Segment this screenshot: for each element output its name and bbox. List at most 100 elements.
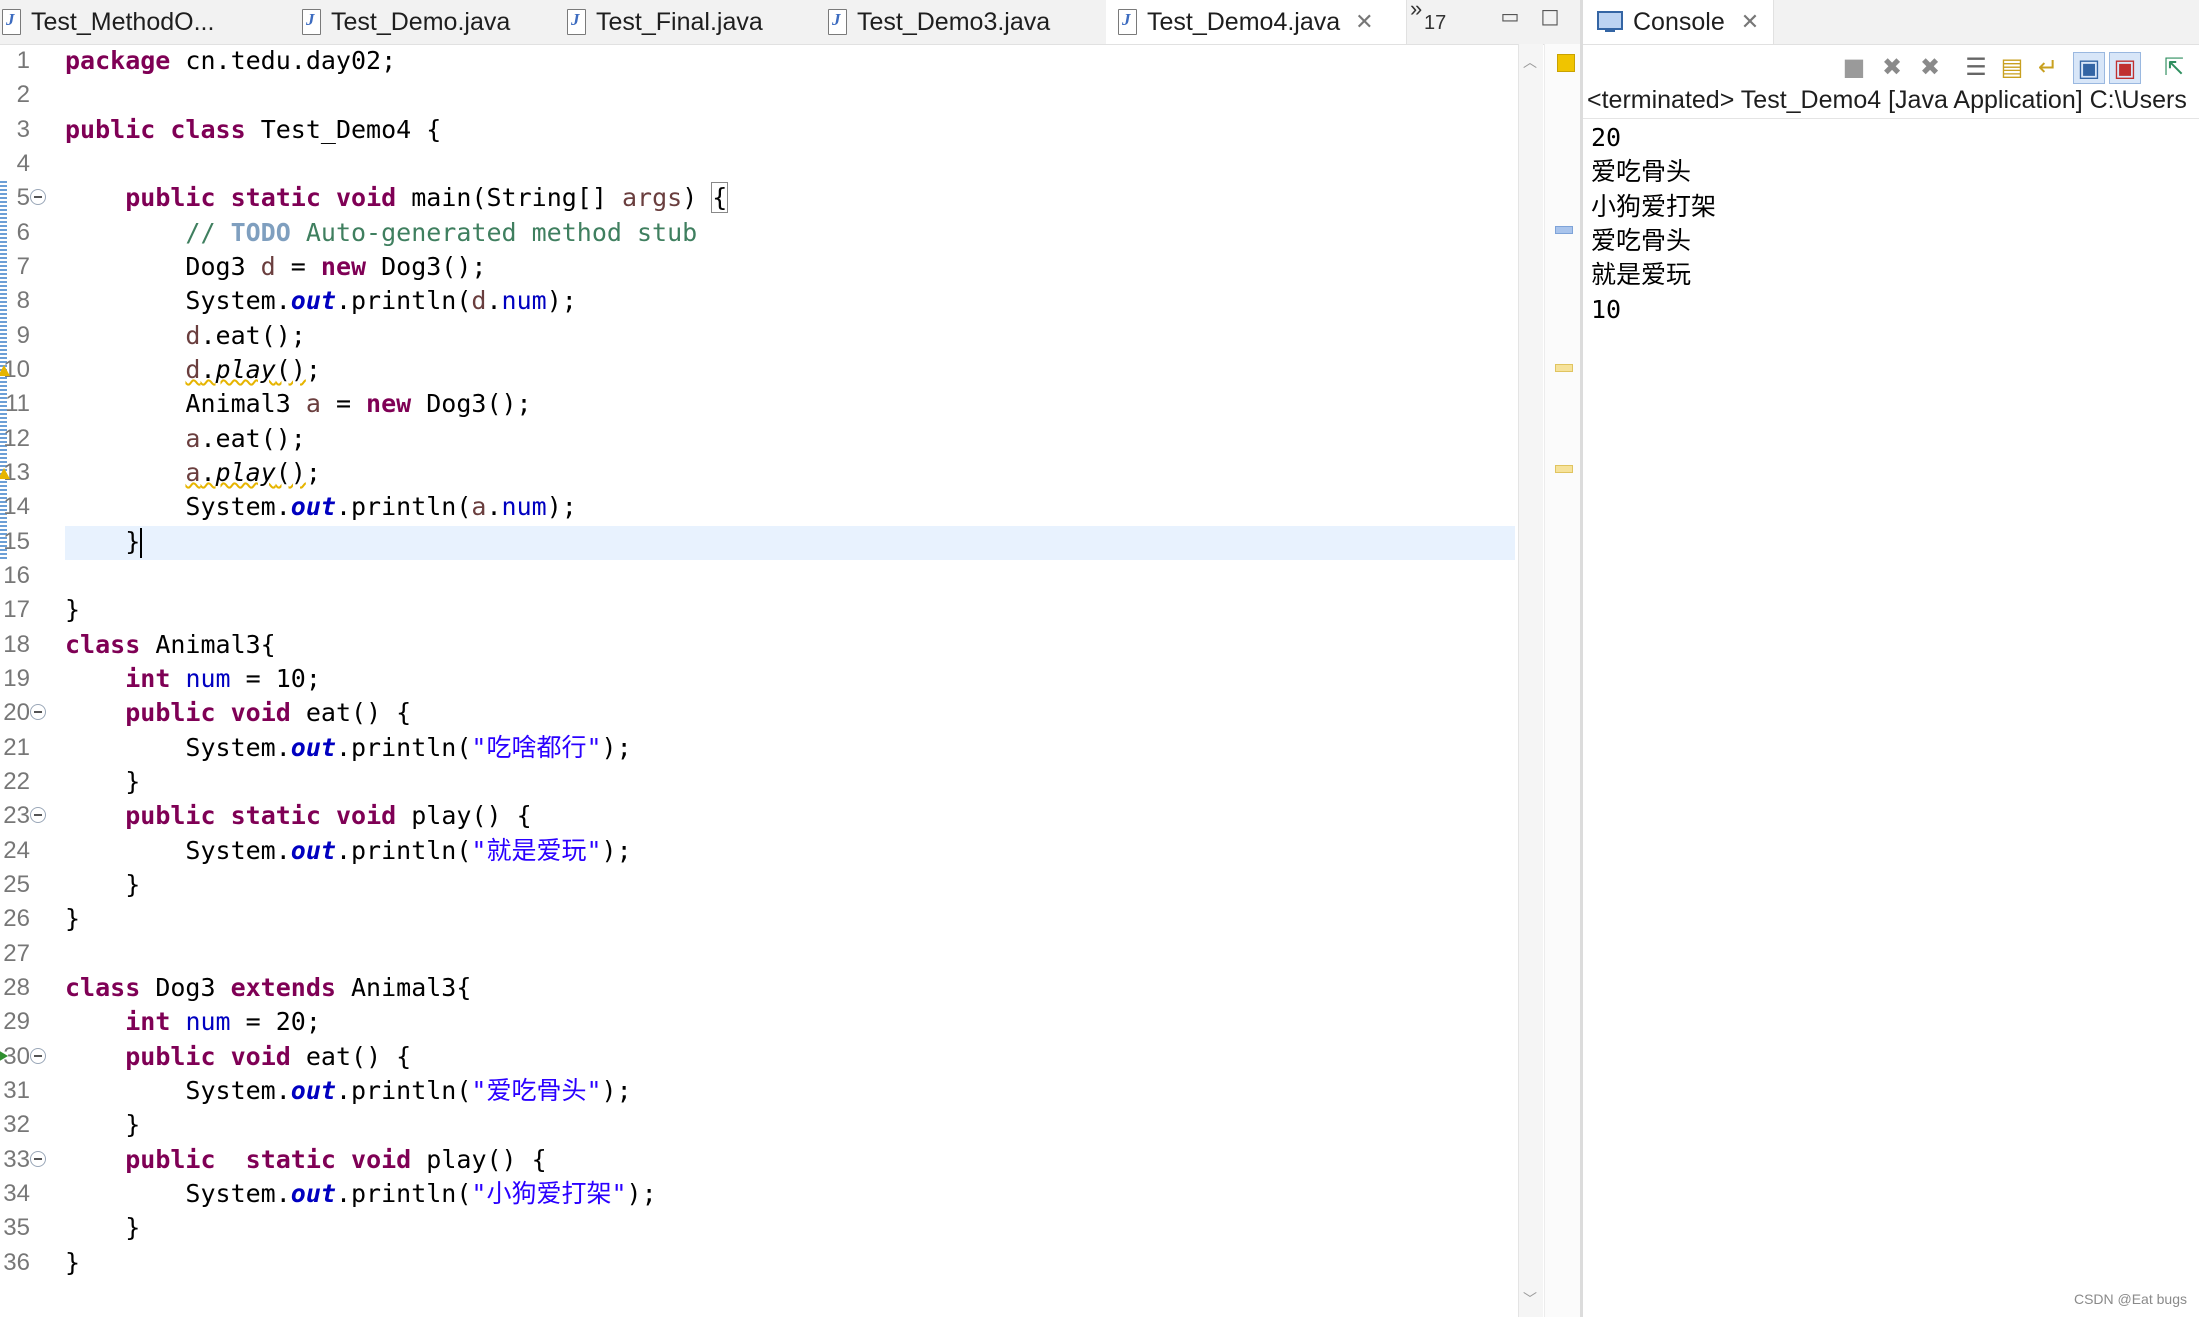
code-line[interactable]: public static void main(String[] args) { bbox=[65, 181, 729, 215]
line-number: 25 bbox=[3, 870, 30, 898]
code-line[interactable]: public static void play() { bbox=[65, 799, 531, 833]
code-line[interactable]: class Animal3{ bbox=[65, 628, 276, 662]
console-output-line: 20 bbox=[1591, 123, 1622, 152]
code-line[interactable]: System.out.println(d.num); bbox=[65, 284, 576, 318]
line-number: 5 bbox=[16, 184, 30, 212]
console-output-line: 爱吃骨头 bbox=[1591, 225, 1692, 255]
line-number: 1 bbox=[16, 47, 30, 74]
line-number: 31 bbox=[3, 1076, 30, 1104]
tab-console[interactable]: Console ✕ bbox=[1583, 0, 1775, 44]
scroll-up-icon[interactable]: ︿ bbox=[1523, 52, 1537, 72]
code-area[interactable]: package cn.tedu.day02; public class Test_… bbox=[65, 44, 1515, 1317]
console-pane: Console ✕ ■ ✖ ✖ ☰ ▤ ↵ ▣ ▣ ⇱ <terminated>… bbox=[1583, 0, 2199, 1317]
fold-collapse-icon[interactable] bbox=[30, 807, 46, 824]
editor-vertical-scrollbar[interactable]: ︿ ﹀ bbox=[1518, 44, 1543, 1317]
occurrence-marker[interactable] bbox=[1555, 226, 1573, 234]
tab-test-methodo[interactable]: J Test_MethodO... bbox=[0, 0, 290, 44]
maximize-icon[interactable]: □ bbox=[1534, 0, 1566, 32]
tab-label: Test_Final.java bbox=[596, 7, 763, 36]
code-line[interactable]: a.play(); bbox=[65, 456, 321, 490]
text-cursor bbox=[140, 527, 143, 558]
line-number: 7 bbox=[16, 252, 30, 280]
warning-icon[interactable] bbox=[0, 364, 10, 376]
show-on-error-icon[interactable]: ▣ bbox=[2109, 52, 2141, 84]
warning-marker[interactable] bbox=[1555, 364, 1573, 372]
code-line[interactable]: public class Test_Demo4 { bbox=[65, 113, 441, 147]
code-line[interactable]: a.eat(); bbox=[65, 422, 305, 456]
tab-test-demo4[interactable]: J Test_Demo4.java ✕ bbox=[1106, 0, 1407, 44]
line-number: 27 bbox=[3, 939, 30, 967]
tab-label: Test_Demo.java bbox=[331, 7, 511, 36]
code-line[interactable]: // TODO Auto-generated method stub bbox=[65, 216, 697, 250]
code-line[interactable]: Animal3 a = new Dog3(); bbox=[65, 387, 531, 421]
fold-collapse-icon[interactable] bbox=[30, 704, 46, 721]
code-line[interactable]: System.out.println("爱吃骨头"); bbox=[65, 1074, 631, 1108]
line-number: 20 bbox=[3, 699, 30, 727]
warning-icon[interactable] bbox=[0, 467, 10, 479]
line-number: 9 bbox=[16, 321, 30, 349]
tab-test-demo[interactable]: J Test_Demo.java bbox=[300, 0, 560, 44]
code-line[interactable]: } bbox=[65, 1246, 80, 1280]
terminate-icon[interactable]: ■ bbox=[1839, 52, 1869, 82]
scroll-lock-icon[interactable]: ▤ bbox=[1997, 52, 2027, 82]
line-number: 16 bbox=[3, 561, 30, 589]
code-line[interactable]: int num = 10; bbox=[65, 662, 321, 696]
fold-collapse-icon[interactable] bbox=[30, 1047, 46, 1064]
code-line[interactable]: } bbox=[65, 765, 140, 799]
remove-all-icon[interactable]: ✖ bbox=[1915, 52, 1945, 82]
tab-label: Test_Demo3.java bbox=[857, 7, 1051, 36]
code-line[interactable]: System.out.println("小狗爱打架"); bbox=[65, 1177, 656, 1211]
tab-test-demo3[interactable]: J Test_Demo3.java bbox=[826, 0, 1096, 44]
code-line[interactable]: d.play(); bbox=[65, 353, 321, 387]
java-file-icon: J bbox=[565, 9, 587, 35]
overview-warning-icon[interactable] bbox=[1557, 54, 1575, 72]
show-on-output-icon[interactable]: ▣ bbox=[2073, 52, 2105, 84]
pin-console-icon[interactable]: ⇱ bbox=[2159, 52, 2189, 82]
override-indicator-icon[interactable] bbox=[0, 1049, 8, 1062]
code-line[interactable]: } bbox=[65, 1108, 140, 1142]
clear-console-icon[interactable]: ☰ bbox=[1961, 52, 1991, 82]
console-monitor-icon bbox=[1597, 11, 1623, 33]
console-status-label: <terminated> Test_Demo4 [Java Applicatio… bbox=[1587, 86, 2187, 114]
warning-marker[interactable] bbox=[1555, 465, 1573, 473]
code-line[interactable]: d.eat(); bbox=[65, 319, 305, 353]
code-line[interactable]: System.out.println("吃啥都行"); bbox=[65, 731, 631, 765]
line-number: 4 bbox=[16, 149, 30, 177]
fold-collapse-icon[interactable] bbox=[30, 189, 46, 206]
remove-launch-icon[interactable]: ✖ bbox=[1877, 52, 1907, 82]
code-line[interactable]: } bbox=[65, 525, 143, 559]
code-line[interactable]: } bbox=[65, 902, 80, 936]
code-line[interactable]: public void eat() { bbox=[65, 1040, 411, 1074]
line-number: 19 bbox=[3, 664, 30, 692]
minimize-icon[interactable]: ▭ bbox=[1494, 0, 1526, 32]
close-icon[interactable]: ✕ bbox=[1355, 10, 1373, 35]
code-line[interactable]: System.out.println("就是爱玩"); bbox=[65, 834, 631, 868]
code-line[interactable]: Dog3 d = new Dog3(); bbox=[65, 250, 486, 284]
console-output[interactable]: 20 爱吃骨头 小狗爱打架 爱吃骨头 就是爱玩 10 bbox=[1583, 118, 2199, 324]
word-wrap-icon[interactable]: ↵ bbox=[2033, 52, 2063, 82]
overview-ruler[interactable] bbox=[1544, 44, 1581, 1317]
java-file-icon: J bbox=[0, 9, 22, 35]
scroll-down-icon[interactable]: ﹀ bbox=[1523, 1289, 1537, 1309]
code-line[interactable]: } bbox=[65, 593, 80, 627]
close-icon[interactable]: ✕ bbox=[1741, 10, 1759, 35]
java-file-icon: J bbox=[826, 9, 848, 35]
overflow-chevron-icon: » bbox=[1410, 0, 1423, 21]
tab-test-final[interactable]: J Test_Final.java bbox=[565, 0, 820, 44]
code-line[interactable]: public void eat() { bbox=[65, 696, 411, 730]
line-number: 14 bbox=[3, 493, 30, 521]
code-line[interactable]: class Dog3 extends Animal3{ bbox=[65, 971, 471, 1005]
console-toolbar: ■ ✖ ✖ ☰ ▤ ↵ ▣ ▣ ⇱ bbox=[1583, 50, 2199, 88]
code-line[interactable]: System.out.println(a.num); bbox=[65, 490, 576, 524]
code-line[interactable]: package cn.tedu.day02; bbox=[65, 44, 396, 78]
code-line[interactable]: } bbox=[65, 868, 140, 902]
line-number: 33 bbox=[3, 1145, 30, 1173]
tab-overflow-button[interactable]: » 17 bbox=[1408, 0, 1458, 44]
code-line[interactable]: int num = 20; bbox=[65, 1005, 321, 1039]
code-line[interactable]: public static void play() { bbox=[65, 1143, 546, 1177]
code-line[interactable]: } bbox=[65, 1211, 140, 1245]
line-number: 22 bbox=[3, 767, 30, 795]
fold-collapse-icon[interactable] bbox=[30, 1150, 46, 1167]
line-number: 2 bbox=[16, 81, 30, 109]
line-number: 34 bbox=[3, 1179, 30, 1207]
